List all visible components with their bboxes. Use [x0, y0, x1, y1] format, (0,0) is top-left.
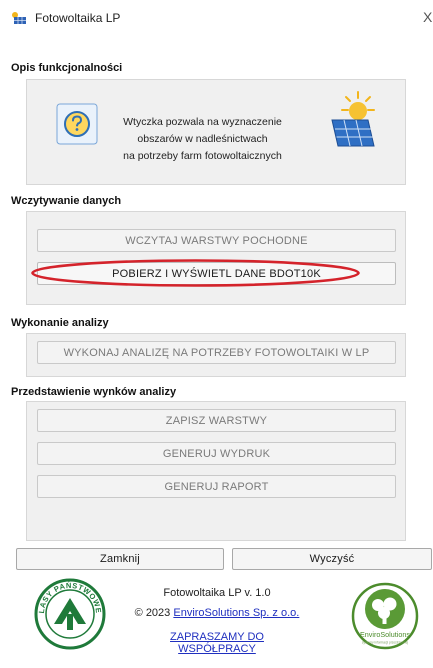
- svg-text:systemy informacji przestrzenn: systemy informacji przestrzennej: [362, 641, 409, 645]
- close-button[interactable]: Zamknij: [16, 548, 224, 570]
- copyright-prefix: © 2023: [134, 607, 174, 619]
- envirosolutions-logo: EnviroSolutions systemy informacji przes…: [351, 582, 419, 650]
- description-text: Wtyczka pozwala na wyznaczenie obszarów …: [115, 114, 290, 165]
- close-window-button[interactable]: X: [423, 9, 433, 25]
- clear-button[interactable]: Wyczyść: [232, 548, 432, 570]
- svg-text:EnviroSolutions: EnviroSolutions: [360, 630, 410, 639]
- cooperation-line: ZAPRASZAMY DO WSPÓŁPRACY: [132, 631, 302, 655]
- save-layers-button[interactable]: ZAPISZ WARSTWY: [37, 409, 396, 432]
- run-analysis-button[interactable]: WYKONAJ ANALIZĘ NA POTRZEBY FOTOWOLTAIKI…: [37, 341, 396, 364]
- solar-panel-icon: [12, 12, 26, 24]
- version-text: Fotowoltaika LP v. 1.0: [163, 587, 271, 599]
- fetch-bdot10k-button[interactable]: POBIERZ I WYŚWIETL DANE BDOT10K: [37, 262, 396, 285]
- description-line: na potrzeby farm fotowoltaicznych: [123, 150, 282, 162]
- section-title-description: Opis funkcjonalności: [11, 62, 123, 74]
- section-title-loading: Wczytywanie danych: [11, 195, 122, 207]
- load-derived-layers-button[interactable]: WCZYTAJ WARSTWY POCHODNE: [37, 229, 396, 252]
- company-link[interactable]: EnviroSolutions Sp. z o.o.: [173, 607, 299, 619]
- copyright-line: © 2023 EnviroSolutions Sp. z o.o.: [132, 607, 302, 619]
- section-title-analysis: Wykonanie analizy: [11, 317, 109, 329]
- generate-print-button[interactable]: GENERUJ WYDRUK: [37, 442, 396, 465]
- lasy-panstwowe-logo: LASY PAŃSTWOWE: [34, 578, 106, 650]
- cooperation-link[interactable]: ZAPRASZAMY DO WSPÓŁPRACY: [170, 631, 264, 655]
- help-question-icon: [56, 103, 98, 145]
- description-line: obszarów w nadleśnictwach: [137, 133, 268, 145]
- window-title: Fotowoltaika LP: [35, 11, 121, 25]
- loading-group: [26, 211, 406, 305]
- generate-report-button[interactable]: GENERUJ RAPORT: [37, 475, 396, 498]
- description-line: Wtyczka pozwala na wyznaczenie: [123, 116, 282, 128]
- section-title-results: Przedstawienie wynków analizy: [11, 386, 177, 398]
- title-bar: Fotowoltaika LP X: [0, 0, 433, 36]
- sun-solar-panel-icon: [331, 91, 375, 147]
